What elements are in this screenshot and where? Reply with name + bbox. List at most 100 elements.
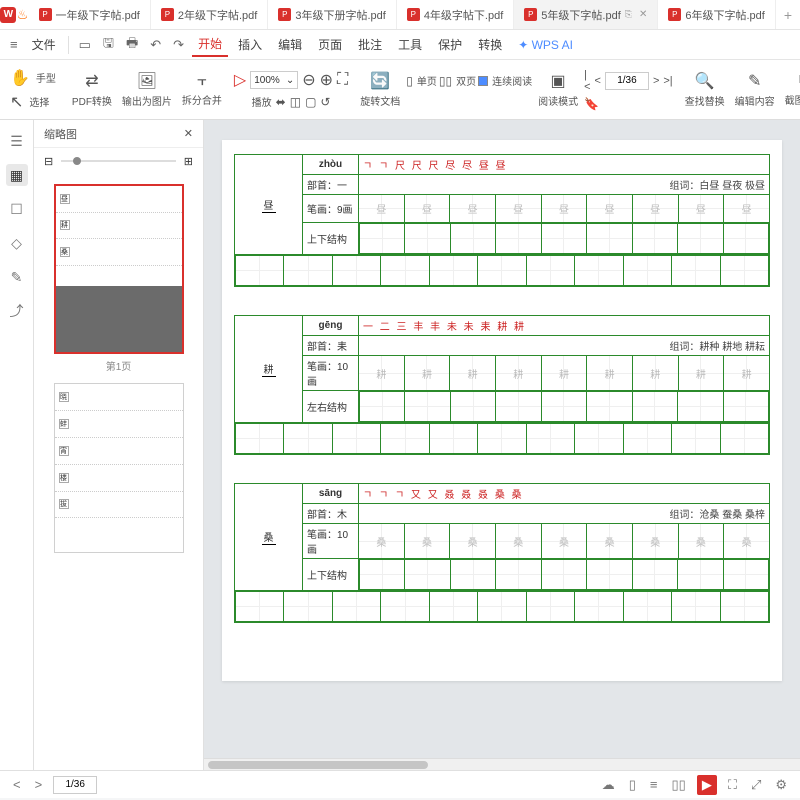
share-icon[interactable]: ⤴ <box>6 300 28 322</box>
actual-size-icon[interactable]: ▢ <box>305 95 316 109</box>
next-page-icon[interactable]: > <box>653 75 659 87</box>
menu-icon[interactable]: ≡ <box>6 34 22 55</box>
fire-icon[interactable]: ♨ <box>17 7 29 23</box>
menu-protect[interactable]: 保护 <box>432 33 468 56</box>
zoom-out-thumb-icon[interactable]: ⊟ <box>44 155 53 168</box>
tab-doc-5-active[interactable]: P5年级下字帖.pdf⎘✕ <box>514 0 658 29</box>
view-single-icon[interactable]: ▯ <box>626 777 639 793</box>
edit-content-button[interactable]: ✎编辑内容 <box>731 71 779 108</box>
thumb-zoom-slider[interactable] <box>61 160 176 162</box>
rotate-icon: 🔄 <box>370 71 390 91</box>
file-menu[interactable]: 文件 <box>26 33 62 56</box>
pdf-page: 昼 zhòu ㄱ ㄱ 尺 尺 尺 尽 尽 昼 昼 部首：一 组词：白昼 昼夜 极… <box>222 140 782 681</box>
tab-doc-4[interactable]: P4年级字帖下.pdf <box>397 0 514 29</box>
crop-icon[interactable]: ◫ <box>290 95 301 109</box>
practice-cell: 耕 <box>678 356 724 391</box>
grid-cell <box>284 592 332 622</box>
zoom-in-thumb-icon[interactable]: ⊞ <box>184 155 193 168</box>
menu-tools[interactable]: 工具 <box>392 33 428 56</box>
menu-convert[interactable]: 转换 <box>472 33 508 56</box>
zoom-out-icon[interactable]: ⊖ <box>302 70 315 90</box>
outline-icon[interactable]: ☰ <box>6 130 28 152</box>
new-tab-button[interactable]: + <box>776 7 800 23</box>
attachments-icon[interactable]: ◇ <box>6 232 28 254</box>
thumbnails-icon[interactable]: ▦ <box>6 164 28 186</box>
first-page-icon[interactable]: |< <box>584 69 590 93</box>
play-icon[interactable]: ▷ <box>234 70 246 90</box>
practice-cell: 昼 <box>359 195 405 223</box>
menu-annotate[interactable]: 批注 <box>352 33 388 56</box>
menu-start[interactable]: 开始 <box>192 32 228 57</box>
find-replace-button[interactable]: 🔍查找替换 <box>681 71 729 108</box>
settings-icon[interactable]: ⚙ <box>772 777 790 793</box>
menu-insert[interactable]: 插入 <box>232 33 268 56</box>
menu-page[interactable]: 页面 <box>312 33 348 56</box>
image-icon: 🖼 <box>137 71 157 91</box>
zoom-dropdown[interactable]: 100%⌄ <box>250 71 298 89</box>
select-tool[interactable]: ↖选择 <box>6 92 60 112</box>
hand-tool[interactable]: ✋手型 <box>6 68 60 88</box>
next-page-status-icon[interactable]: > <box>32 777 46 792</box>
grid-cell <box>575 424 623 454</box>
double-page-button[interactable]: ▯▯双页 <box>439 73 476 88</box>
grid-cell <box>429 256 477 286</box>
horizontal-scrollbar[interactable] <box>204 758 800 770</box>
prev-page-status-icon[interactable]: < <box>10 777 24 792</box>
last-page-icon[interactable]: >| <box>663 75 672 87</box>
rotate-doc-button[interactable]: 🔄旋转文档 <box>356 71 404 108</box>
left-sidebar: ☰ ▦ ☐ ◇ ✎ ⤴ <box>0 120 34 770</box>
bookmarks-icon[interactable]: ☐ <box>6 198 28 220</box>
save-icon[interactable]: 🖫 <box>99 31 118 59</box>
menu-edit[interactable]: 编辑 <box>272 33 308 56</box>
fit-icon[interactable]: ⛶ <box>337 71 348 89</box>
continuous-button[interactable]: 连续阅读 <box>478 73 532 88</box>
grid-cell <box>429 592 477 622</box>
status-page-input[interactable] <box>53 776 97 794</box>
tab-doc-3[interactable]: P3年级下册字帖.pdf <box>268 0 396 29</box>
document-viewport[interactable]: 昼 zhòu ㄱ ㄱ 尺 尺 尺 尽 尽 昼 昼 部首：一 组词：白昼 昼夜 极… <box>204 120 800 770</box>
view-continuous-icon[interactable]: ≡ <box>647 777 661 792</box>
fit-page-icon[interactable]: ⛶ <box>725 777 740 793</box>
cloud-icon[interactable]: ☁ <box>599 777 618 793</box>
view-double-icon[interactable]: ▯▯ <box>669 777 689 793</box>
open-icon[interactable]: ▭ <box>75 34 95 56</box>
grid-cell <box>720 256 768 286</box>
grid-cell <box>720 592 768 622</box>
signature-icon[interactable]: ✎ <box>6 266 28 288</box>
split-merge-button[interactable]: ⫟拆分合并 <box>178 72 226 107</box>
prev-page-icon[interactable]: < <box>595 75 601 87</box>
thumbnail-page-1[interactable]: 昼 耕 桑 第1页 <box>54 184 184 373</box>
fit-width-icon[interactable]: ⬌ <box>276 95 286 109</box>
thumbnails-list[interactable]: 昼 耕 桑 第1页 晓 蚌 宵 楼 拔 <box>34 174 203 770</box>
pdf-convert-button[interactable]: ⇄PDF转换 <box>68 71 116 108</box>
fullscreen-icon[interactable]: ⤢ <box>748 777 764 793</box>
read-mode-button[interactable]: ▣阅读模式 <box>534 71 582 108</box>
grid-cell <box>360 392 405 422</box>
toolbar: ✋手型 ↖选择 ⇄PDF转换 🖼输出为图片 ⫟拆分合并 ▷ 100%⌄ ⊖ ⊕ … <box>0 60 800 120</box>
close-icon[interactable]: ✕ <box>639 9 647 20</box>
pin-icon[interactable]: ⎘ <box>625 9 632 20</box>
zoom-in-icon[interactable]: ⊕ <box>320 70 333 90</box>
close-panel-icon[interactable]: ✕ <box>184 127 193 140</box>
grid-cell <box>450 560 495 590</box>
page-input[interactable] <box>605 72 649 90</box>
menu-wpsai[interactable]: ✦ WPS AI <box>512 35 579 55</box>
tab-doc-2[interactable]: P2年级下字帖.pdf <box>151 0 268 29</box>
grid-cell <box>450 224 495 254</box>
tab-doc-1[interactable]: P一年级下字帖.pdf <box>29 0 151 29</box>
single-page-button[interactable]: ▯单页 <box>406 73 437 88</box>
undo-icon[interactable]: ↶ <box>146 34 165 56</box>
export-image-button[interactable]: 🖼输出为图片 <box>118 71 176 108</box>
rotate-ccw-icon[interactable]: ↺ <box>320 95 330 109</box>
thumbnail-header: 缩略图 ✕ <box>34 120 203 148</box>
screenshot-compare-button[interactable]: ⧉截图对比 <box>781 72 800 107</box>
play-status-icon[interactable]: ▶ <box>697 775 717 795</box>
grid-cell <box>360 560 405 590</box>
bookmark-icon[interactable]: 🔖 <box>584 97 599 111</box>
redo-icon[interactable]: ↷ <box>169 34 188 56</box>
tab-doc-6[interactable]: P6年级下字帖.pdf <box>658 0 775 29</box>
print-icon[interactable]: 🖶 <box>122 31 142 59</box>
edit-icon: ✎ <box>748 71 761 91</box>
thumbnail-page-2[interactable]: 晓 蚌 宵 楼 拔 <box>54 383 184 553</box>
practice-cell: 昼 <box>632 195 678 223</box>
